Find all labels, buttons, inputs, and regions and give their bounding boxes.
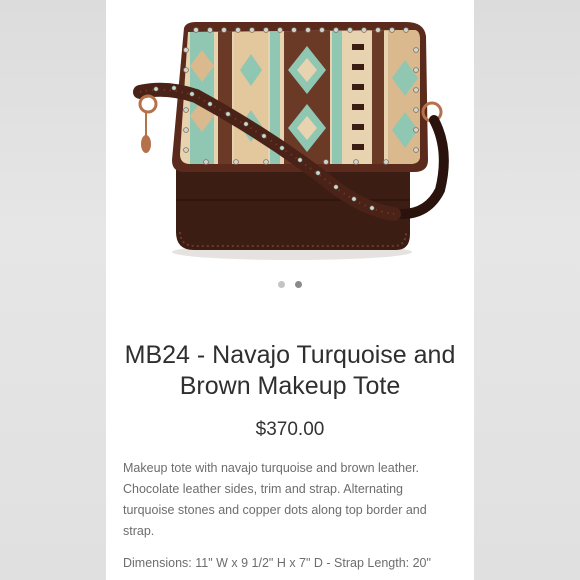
product-card: MB24 - Navajo Turquoise and Brown Makeup… [106,0,474,580]
product-image-gallery[interactable] [106,0,474,270]
product-description: Makeup tote with navajo turquoise and br… [123,461,427,538]
gallery-pagination [106,281,474,291]
left-backdrop [0,0,106,580]
product-price: $370.00 [255,419,325,440]
gallery-dot-1[interactable] [278,281,285,288]
product-dimensions: Dimensions: 11" W x 9 1/2" H x 7" D - St… [123,556,431,570]
gallery-dot-2[interactable] [295,281,302,288]
right-backdrop [474,0,580,580]
product-image[interactable] [106,0,474,270]
product-title: MB24 - Navajo Turquoise and Brown Makeup… [124,341,456,400]
